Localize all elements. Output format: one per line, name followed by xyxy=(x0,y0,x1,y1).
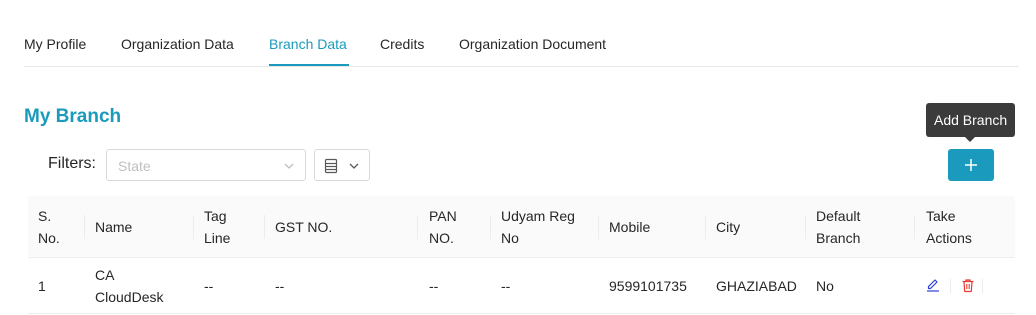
column-header-name: Name xyxy=(95,219,133,235)
tab-my-profile[interactable]: My Profile xyxy=(24,36,86,52)
cell-tag-line: -- xyxy=(204,278,214,294)
column-divider xyxy=(84,215,85,239)
columns-icon xyxy=(324,158,338,174)
table-header: S. No. Name Tag Line GST NO. PAN NO. Udyam … xyxy=(28,196,1015,258)
tab-credits[interactable]: Credits xyxy=(380,36,424,52)
action-divider xyxy=(982,279,983,293)
column-header-city: City xyxy=(716,219,741,235)
column-header-default-branch: Default Branch xyxy=(816,208,861,246)
filters-label: Filters: xyxy=(48,155,96,172)
cell-mobile: 9599101735 xyxy=(609,278,687,294)
column-header-tag-line: Tag Line xyxy=(204,208,231,246)
active-tab-indicator xyxy=(269,64,349,66)
cell-udyam-reg-no: -- xyxy=(501,278,511,294)
columns-select[interactable] xyxy=(314,149,370,181)
delete-icon[interactable] xyxy=(961,278,975,293)
cell-gst-no: -- xyxy=(275,278,285,294)
tab-organization-document[interactable]: Organization Document xyxy=(459,36,606,52)
edit-icon[interactable] xyxy=(926,278,940,292)
plus-icon xyxy=(965,159,977,171)
column-header-take-actions: Take Actions xyxy=(926,208,972,246)
column-divider xyxy=(490,215,491,239)
action-divider xyxy=(950,279,951,293)
cell-pan-no: -- xyxy=(429,278,439,294)
column-divider xyxy=(193,215,194,239)
cell-default-branch: No xyxy=(816,278,834,294)
column-divider xyxy=(805,215,806,239)
tab-organization-data[interactable]: Organization Data xyxy=(121,36,234,52)
state-filter-placeholder: State xyxy=(118,158,151,174)
tab-branch-data[interactable]: Branch Data xyxy=(269,36,347,52)
column-header-sno: S. No. xyxy=(38,208,60,246)
column-divider xyxy=(705,215,706,239)
cell-city: GHAZIABAD xyxy=(716,278,797,294)
profile-tabs: My Profile Organization Data Branch Data… xyxy=(24,0,1019,67)
cell-sno: 1 xyxy=(38,278,46,294)
add-branch-tooltip: Add Branch xyxy=(926,103,1016,137)
cell-name: CA CloudDesk xyxy=(95,267,164,305)
column-header-pan-no: PAN NO. xyxy=(429,208,457,246)
chevron-down-icon xyxy=(349,163,359,169)
column-divider xyxy=(914,215,915,239)
column-header-udyam-reg-no: Udyam Reg No xyxy=(501,208,575,246)
column-header-mobile: Mobile xyxy=(609,219,651,235)
page-title: My Branch xyxy=(24,106,122,127)
chevron-down-icon xyxy=(284,163,294,169)
column-divider xyxy=(264,215,265,239)
table-row: 1 CA CloudDesk -- -- -- -- 9599101735 GHA… xyxy=(28,258,1015,314)
state-filter-select[interactable]: State xyxy=(106,149,306,181)
column-divider xyxy=(417,215,418,239)
column-divider xyxy=(598,215,599,239)
column-header-gst-no: GST NO. xyxy=(275,219,333,235)
add-branch-button[interactable] xyxy=(948,149,994,181)
tooltip-arrow xyxy=(964,136,976,142)
